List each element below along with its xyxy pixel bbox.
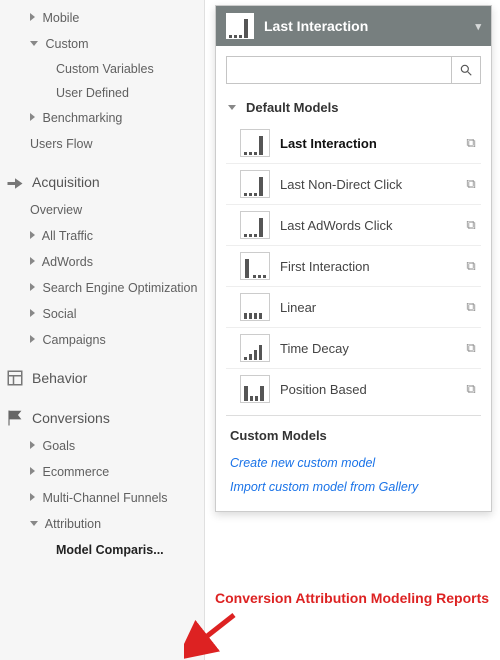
model-option-first[interactable]: First Interaction ⧉ <box>226 245 481 286</box>
model-option-label: Time Decay <box>280 341 453 356</box>
decay-icon <box>240 334 270 362</box>
sidebar-item-label: Benchmarking <box>42 111 122 125</box>
chevron-right-icon <box>30 309 35 317</box>
sidebar-item-mcf[interactable]: Multi-Channel Funnels <box>0 485 204 511</box>
search-icon <box>459 63 473 77</box>
copy-icon[interactable]: ⧉ <box>463 135 479 151</box>
chevron-right-icon <box>30 441 35 449</box>
sidebar-item-label: All Traffic <box>42 229 93 243</box>
sidebar-item-custom-variables[interactable]: Custom Variables <box>0 57 204 81</box>
model-option-decay[interactable]: Time Decay ⧉ <box>226 327 481 368</box>
sidebar-item-adwords[interactable]: AdWords <box>0 249 204 275</box>
chevron-right-icon <box>30 231 35 239</box>
model-option-label: Linear <box>280 300 453 315</box>
sidebar-section-label: Acquisition <box>32 174 196 190</box>
custom-models-header: Custom Models <box>226 424 481 451</box>
sidebar-item-custom[interactable]: Custom <box>0 31 204 57</box>
default-models-header[interactable]: Default Models <box>226 96 481 123</box>
group-label-text: Default Models <box>246 100 338 115</box>
chevron-right-icon <box>30 493 35 501</box>
model-option-last[interactable]: Last Interaction ⧉ <box>226 123 481 163</box>
sidebar-item-social[interactable]: Social <box>0 301 204 327</box>
model-option-law[interactable]: Last AdWords Click ⧉ <box>226 204 481 245</box>
copy-icon[interactable]: ⧉ <box>463 299 479 315</box>
chevron-right-icon <box>30 13 35 21</box>
sidebar-section-conversions[interactable]: Conversions <box>0 403 204 433</box>
chevron-right-icon <box>30 467 35 475</box>
sidebar-item-users-flow[interactable]: Users Flow <box>0 131 204 157</box>
chevron-down-icon: ▾ <box>475 20 481 33</box>
chevron-down-icon <box>228 105 236 110</box>
model-option-label: First Interaction <box>280 259 453 274</box>
model-option-lnd[interactable]: Last Non-Direct Click ⧉ <box>226 163 481 204</box>
sidebar-item-model-comparison[interactable]: Model Comparis... <box>0 537 204 563</box>
models-list: Last Interaction⧉Last Non-Direct Click⧉L… <box>226 123 481 409</box>
linear-icon <box>240 293 270 321</box>
model-search-input[interactable] <box>227 57 451 83</box>
sidebar-item-campaigns[interactable]: Campaigns <box>0 327 204 353</box>
model-search <box>226 56 481 84</box>
sidebar-item-ecommerce[interactable]: Ecommerce <box>0 459 204 485</box>
sidebar-item-label: Mobile <box>42 11 79 25</box>
model-option-linear[interactable]: Linear ⧉ <box>226 286 481 327</box>
copy-icon[interactable]: ⧉ <box>463 176 479 192</box>
sidebar-item-overview[interactable]: Overview <box>0 197 204 223</box>
sidebar-section-label: Behavior <box>32 370 196 386</box>
dropdown-header[interactable]: Last Interaction ▾ <box>216 6 491 46</box>
model-option-label: Last Interaction <box>280 136 453 151</box>
sidebar-item-attribution[interactable]: Attribution <box>0 511 204 537</box>
model-option-pos[interactable]: Position Based ⧉ <box>226 368 481 409</box>
last-icon <box>240 129 270 157</box>
chevron-right-icon <box>30 113 35 121</box>
last-icon <box>240 170 270 198</box>
sidebar-item-label: Campaigns <box>42 333 105 347</box>
model-option-label: Last Non-Direct Click <box>280 177 453 192</box>
sidebar-section-behavior[interactable]: Behavior <box>0 363 204 393</box>
model-option-label: Position Based <box>280 382 453 397</box>
share-arrow-icon <box>6 173 24 191</box>
sidebar-item-label: Goals <box>42 439 75 453</box>
chevron-right-icon <box>30 335 35 343</box>
sidebar-item-label: Social <box>42 307 76 321</box>
sidebar-item-label: Search Engine Optimization <box>42 281 197 295</box>
search-button[interactable] <box>451 57 480 83</box>
sidebar-section-acquisition[interactable]: Acquisition <box>0 167 204 197</box>
chevron-down-icon <box>30 41 38 46</box>
copy-icon[interactable]: ⧉ <box>463 217 479 233</box>
last-interaction-icon <box>226 13 254 39</box>
sidebar-item-label: Ecommerce <box>42 465 109 479</box>
position-icon <box>240 375 270 403</box>
sidebar-item-user-defined[interactable]: User Defined <box>0 81 204 105</box>
attribution-model-dropdown: Last Interaction ▾ Default Models Last I… <box>215 5 492 512</box>
sidebar-item-label: Attribution <box>45 517 101 531</box>
last-icon <box>240 211 270 239</box>
import-custom-model-link[interactable]: Import custom model from Gallery <box>226 475 481 499</box>
sidebar-item-label: AdWords <box>42 255 93 269</box>
copy-icon[interactable]: ⧉ <box>463 381 479 397</box>
sidebar-item-seo[interactable]: Search Engine Optimization <box>0 275 204 301</box>
copy-icon[interactable]: ⧉ <box>463 340 479 356</box>
copy-icon[interactable]: ⧉ <box>463 258 479 274</box>
flag-icon <box>6 409 24 427</box>
model-option-label: Last AdWords Click <box>280 218 453 233</box>
sidebar-item-goals[interactable]: Goals <box>0 433 204 459</box>
chevron-down-icon <box>30 521 38 526</box>
sidebar-item-label: Multi-Channel Funnels <box>42 491 167 505</box>
annotation-text: Conversion Attribution Modeling Reports <box>215 590 489 606</box>
create-custom-model-link[interactable]: Create new custom model <box>226 451 481 475</box>
dropdown-selected-label: Last Interaction <box>264 18 368 34</box>
sidebar-item-label: Custom <box>45 37 88 51</box>
sidebar-item-benchmarking[interactable]: Benchmarking <box>0 105 204 131</box>
sidebar-item-mobile[interactable]: Mobile <box>0 5 204 31</box>
chevron-right-icon <box>30 283 35 291</box>
chevron-right-icon <box>30 257 35 265</box>
first-icon <box>240 252 270 280</box>
left-sidebar: Mobile Custom Custom Variables User Defi… <box>0 0 205 660</box>
sidebar-item-all-traffic[interactable]: All Traffic <box>0 223 204 249</box>
sidebar-section-label: Conversions <box>32 410 196 426</box>
behavior-icon <box>6 369 24 387</box>
